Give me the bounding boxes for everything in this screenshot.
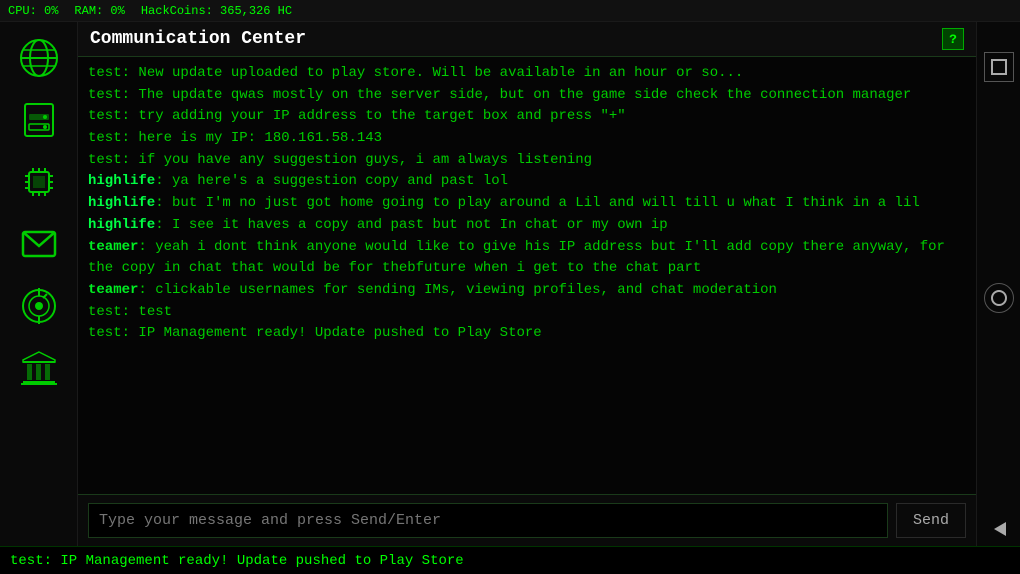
chat-username[interactable]: highlife <box>88 195 155 211</box>
chat-header: Communication Center ? <box>78 22 976 57</box>
chat-title: Communication Center <box>90 29 306 49</box>
sidebar-item-target[interactable] <box>11 278 67 334</box>
sidebar-item-bank[interactable] <box>11 340 67 396</box>
chat-username[interactable]: test <box>88 304 122 320</box>
chat-text: : New update uploaded to play store. Wil… <box>122 65 744 81</box>
chat-text: : ya here's a suggestion copy and past l… <box>155 173 508 189</box>
left-sidebar <box>0 22 78 574</box>
main-layout: Communication Center ? test: New update … <box>0 22 1020 574</box>
chat-message: highlife: ya here's a suggestion copy an… <box>88 171 966 193</box>
chat-text: : I see it haves a copy and past but not… <box>155 217 667 233</box>
chat-username[interactable]: test <box>88 87 122 103</box>
chat-username[interactable]: test <box>88 152 122 168</box>
chat-message: test: IP Management ready! Update pushed… <box>88 323 966 345</box>
sidebar-item-chip[interactable] <box>11 154 67 210</box>
bottom-status-bar: test: IP Management ready! Update pushed… <box>0 546 1020 574</box>
center-panel: Communication Center ? test: New update … <box>78 22 976 546</box>
chat-username[interactable]: highlife <box>88 173 155 189</box>
chat-message: highlife: but I'm no just got home going… <box>88 193 966 215</box>
chat-text: : here is my IP: 180.161.58.143 <box>122 130 382 146</box>
chat-text: : IP Management ready! Update pushed to … <box>122 325 542 341</box>
chat-area[interactable]: test: New update uploaded to play store.… <box>78 57 976 494</box>
chat-text: : The update qwas mostly on the server s… <box>122 87 912 103</box>
right-icon-circle[interactable] <box>984 283 1014 313</box>
chat-username[interactable]: highlife <box>88 217 155 233</box>
right-sidebar <box>976 22 1020 574</box>
chat-message: test: try adding your IP address to the … <box>88 106 966 128</box>
chat-text: : yeah i dont think anyone would like to… <box>88 239 945 277</box>
chat-message: test: The update qwas mostly on the serv… <box>88 85 966 107</box>
send-button[interactable]: Send <box>896 503 966 538</box>
chat-text: : test <box>122 304 172 320</box>
sidebar-item-document[interactable] <box>11 92 67 148</box>
right-icon-square[interactable] <box>984 52 1014 82</box>
chat-username[interactable]: teamer <box>88 282 138 298</box>
ram-status: RAM: 0% <box>74 4 124 18</box>
message-input[interactable] <box>88 503 888 538</box>
chat-text: : if you have any suggestion guys, i am … <box>122 152 592 168</box>
status-bar: CPU: 0% RAM: 0% HackCoins: 365,326 HC <box>0 0 1020 22</box>
chat-username[interactable]: test <box>88 325 122 341</box>
chat-username[interactable]: teamer <box>88 239 138 255</box>
sidebar-item-mail[interactable] <box>11 216 67 272</box>
chat-username[interactable]: test <box>88 65 122 81</box>
chat-message: test: if you have any suggestion guys, i… <box>88 150 966 172</box>
chat-username[interactable]: test <box>88 108 122 124</box>
chat-message: test: New update uploaded to play store.… <box>88 63 966 85</box>
chat-message: highlife: I see it haves a copy and past… <box>88 215 966 237</box>
right-icon-back[interactable] <box>984 514 1014 544</box>
chat-username[interactable]: test <box>88 130 122 146</box>
chat-message: teamer: clickable usernames for sending … <box>88 280 966 302</box>
chat-text: : try adding your IP address to the targ… <box>122 108 626 124</box>
chat-message: test: here is my IP: 180.161.58.143 <box>88 128 966 150</box>
chat-text: : but I'm no just got home going to play… <box>155 195 920 211</box>
chat-message: teamer: yeah i dont think anyone would l… <box>88 237 966 280</box>
help-button[interactable]: ? <box>942 28 964 50</box>
chat-text: : clickable usernames for sending IMs, v… <box>138 282 777 298</box>
input-area: Send <box>78 494 976 546</box>
bottom-status-text: test: IP Management ready! Update pushed… <box>10 553 464 569</box>
hackcoins-status: HackCoins: 365,326 HC <box>141 4 292 18</box>
cpu-status: CPU: 0% <box>8 4 58 18</box>
chat-message: test: test <box>88 302 966 324</box>
sidebar-item-globe[interactable] <box>11 30 67 86</box>
